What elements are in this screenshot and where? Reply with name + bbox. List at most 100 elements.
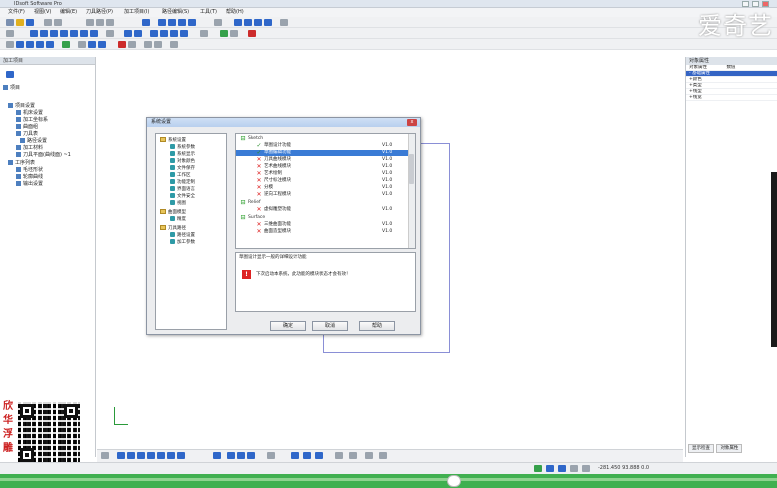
pen-icon[interactable]	[230, 30, 238, 37]
module-group[interactable]: ⊟ Sketch	[236, 136, 408, 142]
tree-item[interactable]: 文件安全	[170, 193, 195, 200]
tree-item[interactable]: 精度	[170, 216, 186, 223]
tree-item[interactable]: 文件保存	[170, 165, 195, 172]
scrollbar-thumb[interactable]	[409, 154, 414, 184]
new-file-icon[interactable]	[6, 19, 14, 26]
zoom-out-icon[interactable]	[244, 19, 252, 26]
polar-icon[interactable]	[315, 452, 323, 459]
color-icon[interactable]	[142, 19, 150, 26]
ungroup-icon[interactable]	[98, 41, 106, 48]
module-group[interactable]: ⊟ Relief	[236, 200, 408, 206]
menu-project[interactable]: 加工项目(I)	[124, 8, 149, 17]
project-tree-item[interactable]: 项目设置	[8, 103, 35, 109]
tree-item[interactable]: 视图	[170, 200, 186, 207]
smooth-icon[interactable]	[170, 41, 178, 48]
shade-icon[interactable]	[227, 452, 235, 459]
spline-icon[interactable]	[90, 30, 98, 37]
dialog-close-button[interactable]: x	[407, 119, 417, 126]
hidden-icon[interactable]	[247, 452, 255, 459]
align-icon[interactable]	[78, 41, 86, 48]
layer-toggle-icon[interactable]	[267, 452, 275, 459]
fillet-icon[interactable]	[36, 41, 44, 48]
tree-item[interactable]: 系统显示	[170, 151, 195, 158]
project-tree-item[interactable]: 刀具表	[16, 131, 38, 137]
view-iso-icon[interactable]	[188, 19, 196, 26]
project-tree-item[interactable]: 加工材料	[16, 145, 43, 151]
measure-tool-icon[interactable]	[335, 452, 343, 459]
project-tree-item[interactable]: 路径设置	[20, 138, 47, 144]
copy-icon[interactable]	[96, 19, 104, 26]
chamfer-icon[interactable]	[46, 41, 54, 48]
render-icon[interactable]	[213, 452, 221, 459]
lock-icon[interactable]	[365, 452, 373, 459]
select-icon[interactable]	[124, 30, 132, 37]
zoom-all-icon[interactable]	[264, 19, 272, 26]
zoom-window-icon[interactable]	[254, 19, 262, 26]
snap-mid-icon[interactable]	[137, 452, 145, 459]
redo-icon[interactable]	[54, 19, 62, 26]
break-icon[interactable]	[26, 41, 34, 48]
snap-tangent-icon[interactable]	[167, 452, 175, 459]
layer-icon[interactable]	[214, 19, 222, 26]
trim-icon[interactable]	[106, 30, 114, 37]
module-item[interactable]: ✕ 逆向工程模块 V1.0	[236, 192, 408, 198]
menu-path-edit[interactable]: 路径编辑(S)	[162, 8, 189, 17]
circle-icon[interactable]	[60, 30, 68, 37]
menu-edit[interactable]: 编辑(E)	[60, 8, 77, 17]
pan-icon[interactable]	[280, 19, 288, 26]
snap-point-icon[interactable]	[117, 452, 125, 459]
cancel-button[interactable]: 取消	[312, 321, 348, 331]
tree-folder[interactable]: 系统设置	[160, 137, 186, 144]
arc-icon[interactable]	[50, 30, 58, 37]
rectangle-icon[interactable]	[70, 30, 78, 37]
progress-knob[interactable]	[447, 475, 461, 487]
undo-icon[interactable]	[44, 19, 52, 26]
module-item[interactable]: ✕ 虚拟雕塑功能 V1.0	[236, 207, 408, 213]
check-icon[interactable]	[220, 30, 228, 37]
module-item[interactable]: ✕ 尺寸标注模块 V1.0	[236, 178, 408, 184]
extend-icon[interactable]	[62, 41, 70, 48]
snap-end-icon[interactable]	[127, 452, 135, 459]
polyline-icon[interactable]	[40, 30, 48, 37]
line-icon[interactable]	[30, 30, 38, 37]
zoom-in-icon[interactable]	[234, 19, 242, 26]
view-front-icon[interactable]	[158, 19, 166, 26]
module-item[interactable]: ✕ 艺术曲线模块 V1.0	[236, 164, 408, 170]
module-group[interactable]: ⊟ Surface	[236, 215, 408, 221]
tree-item[interactable]: 工作区	[170, 172, 191, 179]
project-tree-item[interactable]: 加工坐标系	[16, 117, 48, 123]
module-item[interactable]: ✕ 刀具曲线模块 V1.0	[236, 157, 408, 163]
snap-intersect-icon[interactable]	[157, 452, 165, 459]
tree-item[interactable]: 路径设置	[170, 232, 195, 239]
menu-toolpath[interactable]: 刀具路径(P)	[86, 8, 113, 17]
wire-icon[interactable]	[237, 452, 245, 459]
tree-item[interactable]: 界面语言	[170, 186, 195, 193]
menu-view[interactable]: 视图(V)	[34, 8, 51, 17]
offset-icon[interactable]	[180, 30, 188, 37]
polygon-icon[interactable]	[80, 30, 88, 37]
tree-folder[interactable]: 曲面模型	[160, 209, 186, 216]
module-item[interactable]: ✕ 艺术绘制 V1.0	[236, 171, 408, 177]
list-scrollbar[interactable]	[408, 134, 415, 248]
mirror-icon[interactable]	[134, 30, 142, 37]
relief-icon[interactable]	[144, 41, 152, 48]
project-tree-item[interactable]: 机床设置	[16, 110, 43, 116]
project-tree-item[interactable]: 项目	[3, 85, 20, 91]
arrow-icon[interactable]	[6, 30, 14, 37]
module-item[interactable]: ✕ 分模 V1.0	[236, 185, 408, 191]
tab-display-check[interactable]: 显示检查	[688, 444, 714, 453]
property-row[interactable]: +线宽	[686, 95, 777, 101]
module-item[interactable]: ✕ 曲面造型模块 V1.0	[236, 229, 408, 235]
video-progress-bar[interactable]	[0, 474, 777, 488]
scale-icon[interactable]	[160, 30, 168, 37]
tree-item[interactable]: 加工参数	[170, 239, 195, 246]
array-icon[interactable]	[170, 30, 178, 37]
mesh-icon[interactable]	[128, 41, 136, 48]
menu-tools[interactable]: 工具(T)	[200, 8, 217, 17]
cut-icon[interactable]	[86, 19, 94, 26]
ortho-icon[interactable]	[303, 452, 311, 459]
snap-perp-icon[interactable]	[177, 452, 185, 459]
view-top-icon[interactable]	[168, 19, 176, 26]
filter-icon[interactable]	[349, 452, 357, 459]
project-tree-item[interactable]: 毛坯形状	[16, 167, 43, 173]
